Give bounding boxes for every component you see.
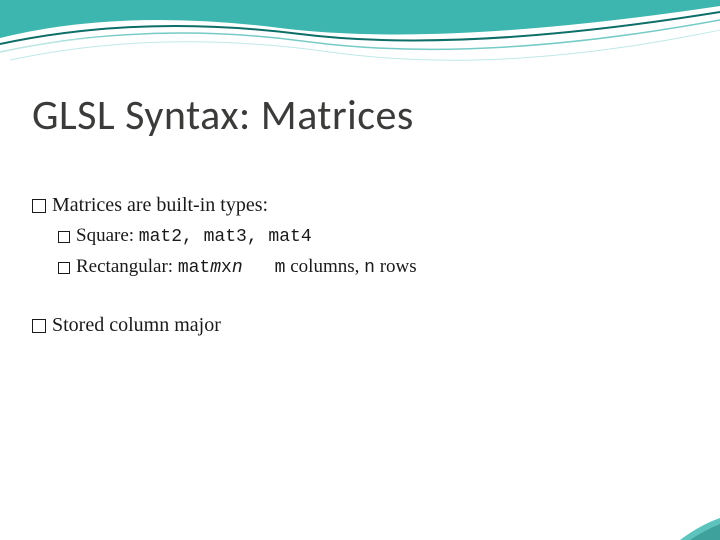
sub-label: Rectangular: xyxy=(76,256,178,277)
sub-bullet-content: Square: mat2, mat3, mat4 xyxy=(76,222,312,251)
corner-decoration xyxy=(660,500,720,540)
bullet-icon xyxy=(32,199,46,213)
bullet-icon xyxy=(58,231,70,243)
note-mid: columns, xyxy=(285,256,364,277)
bullet-icon xyxy=(32,319,46,333)
note-n: n xyxy=(364,258,375,278)
note-m: m xyxy=(275,258,286,278)
bullet-text: Stored column major xyxy=(52,310,221,340)
bullet-icon xyxy=(58,262,70,274)
code-prefix: mat xyxy=(178,258,210,278)
sub-bullet-square: Square: mat2, mat3, mat4 xyxy=(58,222,417,251)
bullet-matrices-builtin: Matrices are built-in types: xyxy=(32,190,417,220)
code-x: x xyxy=(221,258,232,278)
code-m: m xyxy=(210,258,221,278)
header-wave xyxy=(0,0,720,90)
code-text: mat2, mat3, mat4 xyxy=(139,227,312,247)
sub-label: Square: xyxy=(76,225,139,246)
columns-note: m columns, n rows xyxy=(275,256,417,277)
slide-title: GLSL Syntax: Matrices xyxy=(32,90,414,141)
bullet-stored-column-major: Stored column major xyxy=(32,310,417,340)
note-end: rows xyxy=(375,256,417,277)
bullet-text: Matrices are built-in types: xyxy=(52,190,268,220)
sub-bullet-content: Rectangular: matmxnm columns, n rows xyxy=(76,253,417,282)
code-n: n xyxy=(232,258,243,278)
sub-bullet-rectangular: Rectangular: matmxnm columns, n rows xyxy=(58,253,417,282)
slide-content: Matrices are built-in types: Square: mat… xyxy=(32,190,417,342)
